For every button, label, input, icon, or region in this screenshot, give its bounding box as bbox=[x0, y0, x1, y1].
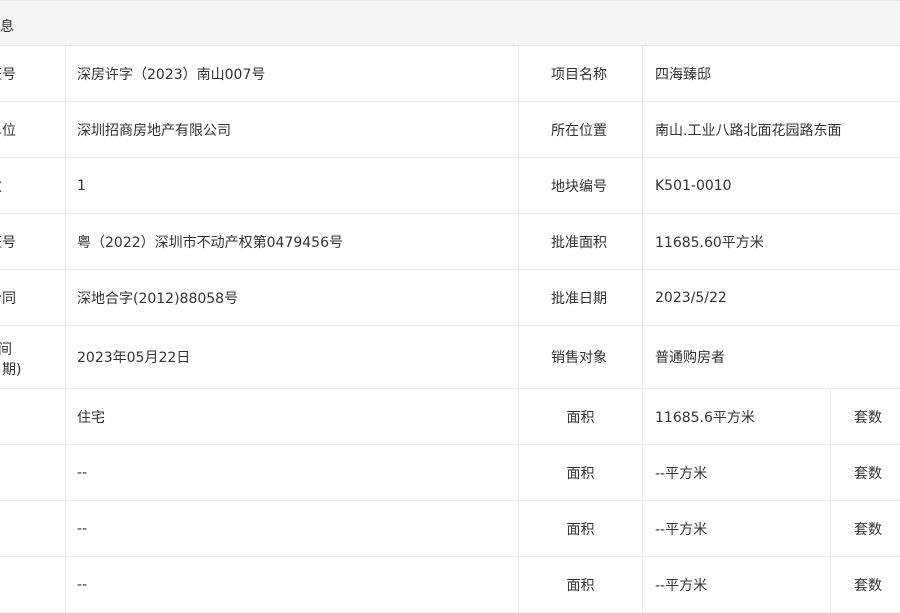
row-value-cell: 粤（2022）深圳市不动产权第0479456号 bbox=[66, 214, 519, 269]
row-value-cell: 深圳招商房地产有限公司 bbox=[66, 102, 519, 157]
area-label-cell: 面积 bbox=[519, 445, 643, 500]
section-title: 信息 bbox=[0, 19, 14, 35]
approval-date-value: 2023/5/22 bbox=[655, 289, 727, 306]
row-label: 证号 bbox=[0, 66, 16, 83]
row-label-cell: 间 日期) bbox=[0, 326, 66, 388]
table-row: -- 面积 --平方米 套数 bbox=[0, 501, 900, 557]
units-label: 套数 bbox=[854, 409, 882, 426]
usage-type-value: 住宅 bbox=[77, 409, 105, 426]
area-label-cell: 面积 bbox=[519, 389, 643, 444]
row-label2-cell: 所在位置 bbox=[519, 102, 643, 157]
land-contract-value: 深地合字(2012)88058号 bbox=[77, 290, 239, 307]
plot-number-value: K501-0010 bbox=[655, 177, 732, 194]
row-label2-cell: 批准面积 bbox=[519, 214, 643, 269]
table-row: 证号 粤（2022）深圳市不动产权第0479456号 批准面积 11685.60… bbox=[0, 214, 900, 270]
row-label-cell: 数 bbox=[0, 158, 66, 213]
row-value2-cell: 普通购房者 bbox=[643, 326, 900, 388]
row-value-cell: 深房许字（2023）南山007号 bbox=[66, 46, 519, 101]
approved-area-label: 批准面积 bbox=[551, 234, 607, 251]
table-row: 单位 深圳招商房地产有限公司 所在位置 南山.工业八路北面花园路东面 bbox=[0, 102, 900, 158]
units-label-cell: 套数 bbox=[831, 389, 900, 444]
row-label2-cell: 销售对象 bbox=[519, 326, 643, 388]
table-row: 证号 深房许字（2023）南山007号 项目名称 四海臻邸 bbox=[0, 46, 900, 102]
row-label-bottom: 日期) bbox=[0, 362, 22, 378]
row-label-cell: 证号 bbox=[0, 214, 66, 269]
section-header: 信息 bbox=[0, 0, 900, 46]
area-value: --平方米 bbox=[655, 521, 708, 538]
usage-type-cell: -- bbox=[66, 557, 519, 612]
row-label: 单位 bbox=[0, 122, 16, 139]
row-label: 数 bbox=[0, 176, 2, 196]
project-name-value: 四海臻邸 bbox=[655, 66, 711, 83]
table-row: -- 面积 --平方米 套数 bbox=[0, 557, 900, 613]
usage-type-value: -- bbox=[77, 576, 88, 593]
usage-type-value: -- bbox=[77, 464, 88, 481]
row-label2-cell: 项目名称 bbox=[519, 46, 643, 101]
area-label-cell: 面积 bbox=[519, 557, 643, 612]
developer-value: 深圳招商房地产有限公司 bbox=[77, 122, 231, 139]
location-value: 南山.工业八路北面花园路东面 bbox=[655, 122, 842, 139]
table-row: 数 1 地块编号 K501-0010 bbox=[0, 158, 900, 214]
area-label: 面积 bbox=[566, 465, 595, 482]
row-label-cell bbox=[0, 389, 66, 444]
sales-target-label: 销售对象 bbox=[551, 350, 607, 366]
row-label-cell: 证号 bbox=[0, 46, 66, 101]
units-label-cell: 套数 bbox=[831, 557, 900, 612]
row-value-cell: 1 bbox=[66, 158, 519, 213]
plot-number-label: 地块编号 bbox=[551, 178, 607, 195]
row-value2-cell: 11685.60平方米 bbox=[643, 214, 900, 269]
count-value: 1 bbox=[77, 177, 86, 194]
units-label: 套数 bbox=[854, 465, 882, 482]
row-label: 证号 bbox=[0, 234, 16, 251]
row-value-cell: 2023年05月22日 bbox=[66, 326, 519, 388]
row-value2-cell: 四海臻邸 bbox=[643, 46, 900, 101]
units-label: 套数 bbox=[854, 577, 882, 594]
area-value: 11685.6平方米 bbox=[655, 409, 755, 426]
area-label-cell: 面积 bbox=[519, 501, 643, 556]
area-value: --平方米 bbox=[655, 465, 708, 482]
area-label: 面积 bbox=[566, 409, 595, 426]
row-value2-cell: 2023/5/22 bbox=[643, 270, 900, 325]
project-name-label: 项目名称 bbox=[551, 66, 607, 83]
units-label: 套数 bbox=[854, 521, 882, 538]
area-value-cell: --平方米 bbox=[643, 557, 831, 612]
row-label2-cell: 地块编号 bbox=[519, 158, 643, 213]
units-label-cell: 套数 bbox=[831, 445, 900, 500]
row-label-cell bbox=[0, 557, 66, 612]
table-row: -- 面积 --平方米 套数 bbox=[0, 445, 900, 501]
usage-type-cell: 住宅 bbox=[66, 389, 519, 444]
units-label-cell: 套数 bbox=[831, 501, 900, 556]
approval-date-label: 批准日期 bbox=[551, 290, 607, 307]
area-value-cell: 11685.6平方米 bbox=[643, 389, 831, 444]
table-row: 间 日期) 2023年05月22日 销售对象 普通购房者 bbox=[0, 326, 900, 389]
usage-type-cell: -- bbox=[66, 445, 519, 500]
row-label-top: 间 bbox=[0, 342, 12, 358]
area-label: 面积 bbox=[566, 521, 595, 538]
sales-target-value: 普通购房者 bbox=[655, 350, 725, 366]
row-value2-cell: 南山.工业八路北面花园路东面 bbox=[643, 102, 900, 157]
row-value-cell: 深地合字(2012)88058号 bbox=[66, 270, 519, 325]
area-value: --平方米 bbox=[655, 577, 708, 594]
usage-type-value: -- bbox=[77, 520, 88, 537]
license-number: 深房许字（2023）南山007号 bbox=[77, 66, 266, 83]
row-label-cell: 单位 bbox=[0, 102, 66, 157]
row-label: 合同 bbox=[0, 290, 16, 307]
table-row: 合同 深地合字(2012)88058号 批准日期 2023/5/22 bbox=[0, 270, 900, 326]
row-label-cell: 合同 bbox=[0, 270, 66, 325]
area-value-cell: --平方米 bbox=[643, 445, 831, 500]
row-value2-cell: K501-0010 bbox=[643, 158, 900, 213]
location-label: 所在位置 bbox=[551, 122, 607, 139]
issue-date-value: 2023年05月22日 bbox=[77, 350, 191, 366]
property-cert-value: 粤（2022）深圳市不动产权第0479456号 bbox=[77, 234, 343, 251]
area-label: 面积 bbox=[566, 577, 595, 594]
row-label-cell bbox=[0, 445, 66, 500]
row-label-cell bbox=[0, 501, 66, 556]
info-table: 证号 深房许字（2023）南山007号 项目名称 四海臻邸 单位 深圳招商房地产… bbox=[0, 46, 900, 613]
usage-type-cell: -- bbox=[66, 501, 519, 556]
row-label2-cell: 批准日期 bbox=[519, 270, 643, 325]
table-row: 住宅 面积 11685.6平方米 套数 bbox=[0, 389, 900, 445]
area-value-cell: --平方米 bbox=[643, 501, 831, 556]
approved-area-value: 11685.60平方米 bbox=[655, 234, 764, 251]
